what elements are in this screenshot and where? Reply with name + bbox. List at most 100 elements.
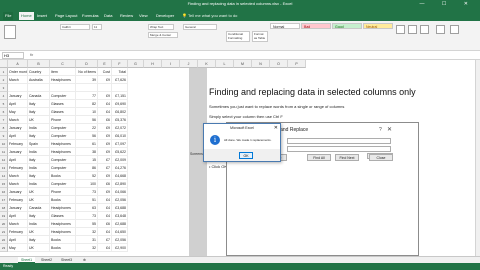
table-cell[interactable]: March: [8, 76, 28, 84]
table-cell[interactable]: Headphones: [50, 204, 76, 212]
row-header[interactable]: 7: [0, 116, 8, 124]
table-cell[interactable]: 73: [76, 212, 98, 220]
table-cell[interactable]: Computer: [50, 180, 76, 188]
table-cell[interactable]: £9: [98, 92, 112, 100]
table-header-cell[interactable]: Total: [112, 68, 128, 76]
table-cell[interactable]: Italy: [28, 212, 50, 220]
table-cell[interactable]: 55: [76, 220, 98, 228]
row-header[interactable]: 2: [0, 76, 8, 84]
row-header[interactable]: 23: [0, 244, 8, 252]
table-cell[interactable]: £4: [98, 108, 112, 116]
table-cell[interactable]: January: [8, 92, 28, 100]
table-cell[interactable]: £4,276: [112, 164, 128, 172]
row-header[interactable]: 22: [0, 236, 8, 244]
table-cell[interactable]: Italy: [28, 236, 50, 244]
row-header[interactable]: 20: [0, 220, 8, 228]
table-cell[interactable]: 10: [76, 108, 98, 116]
row-header[interactable]: 12: [0, 156, 8, 164]
table-cell[interactable]: Italy: [28, 108, 50, 116]
table-cell[interactable]: Italy: [28, 132, 50, 140]
table-cell[interactable]: UK: [28, 244, 50, 252]
format-cells-icon[interactable]: [420, 25, 429, 34]
table-cell[interactable]: Canada: [28, 204, 50, 212]
table-cell[interactable]: 38: [76, 148, 98, 156]
table-cell[interactable]: 82: [76, 100, 98, 108]
table-cell[interactable]: UK: [28, 116, 50, 124]
style-good[interactable]: Good: [332, 23, 362, 29]
close-icon[interactable]: ✕: [274, 124, 278, 132]
table-cell[interactable]: UK: [28, 188, 50, 196]
column-header[interactable]: F: [112, 60, 128, 68]
wrap-text-button[interactable]: Wrap Text: [148, 24, 174, 30]
table-cell[interactable]: £6: [98, 116, 112, 124]
table-cell[interactable]: March: [8, 172, 28, 180]
table-cell[interactable]: Headphones: [50, 220, 76, 228]
table-cell[interactable]: £7,151: [112, 92, 128, 100]
table-cell[interactable]: April: [8, 132, 28, 140]
row-header[interactable]: 6: [0, 108, 8, 116]
table-cell[interactable]: Books: [50, 196, 76, 204]
table-cell[interactable]: Spain: [28, 140, 50, 148]
table-header-cell[interactable]: Order month: [8, 68, 28, 76]
row-header[interactable]: 18: [0, 204, 8, 212]
table-cell[interactable]: February: [8, 164, 28, 172]
table-cell[interactable]: [50, 84, 76, 92]
tab-page-layout[interactable]: Page Layout: [53, 12, 79, 20]
table-cell[interactable]: April: [8, 100, 28, 108]
table-cell[interactable]: 73: [76, 188, 98, 196]
table-cell[interactable]: 56: [76, 132, 98, 140]
table-cell[interactable]: £9,690: [112, 100, 128, 108]
insert-cells-icon[interactable]: [396, 25, 405, 34]
table-cell[interactable]: Computer: [50, 164, 76, 172]
column-header[interactable]: N: [252, 60, 270, 68]
ok-button[interactable]: OK: [239, 152, 253, 159]
merge-center-button[interactable]: Merge & Center: [148, 32, 178, 38]
table-cell[interactable]: £4: [98, 204, 112, 212]
table-cell[interactable]: £4: [98, 100, 112, 108]
table-cell[interactable]: Glasses: [50, 212, 76, 220]
table-cell[interactable]: £9: [98, 124, 112, 132]
close-button[interactable]: Close: [369, 154, 393, 161]
tab-view[interactable]: View: [137, 12, 150, 20]
window-controls[interactable]: — ☐ ✕: [420, 1, 476, 7]
table-cell[interactable]: £2,900: [112, 244, 128, 252]
table-cell[interactable]: 31: [76, 236, 98, 244]
vertical-scrollbar[interactable]: [475, 60, 480, 256]
column-header[interactable]: G: [128, 60, 144, 68]
table-cell[interactable]: May: [8, 244, 28, 252]
row-header[interactable]: 16: [0, 188, 8, 196]
table-cell[interactable]: 63: [76, 204, 98, 212]
name-box[interactable]: H3: [2, 52, 24, 59]
table-cell[interactable]: February: [8, 140, 28, 148]
find-select-icon[interactable]: [450, 25, 459, 34]
table-cell[interactable]: India: [28, 148, 50, 156]
table-cell[interactable]: 32: [76, 244, 98, 252]
font-name-select[interactable]: Calibri: [60, 24, 90, 30]
row-header[interactable]: 1: [0, 68, 8, 76]
table-cell[interactable]: £5,376: [112, 116, 128, 124]
column-header[interactable]: J: [180, 60, 198, 68]
format-as-table-button[interactable]: Format as Table: [252, 31, 268, 42]
table-cell[interactable]: £2,056: [112, 196, 128, 204]
table-cell[interactable]: £2,890: [112, 180, 128, 188]
table-cell[interactable]: £4: [98, 228, 112, 236]
table-cell[interactable]: £4,650: [112, 228, 128, 236]
delete-cells-icon[interactable]: [408, 25, 417, 34]
table-cell[interactable]: Phone: [50, 188, 76, 196]
table-cell[interactable]: January: [8, 148, 28, 156]
column-header[interactable]: D: [76, 60, 98, 68]
table-cell[interactable]: May: [8, 108, 28, 116]
table-cell[interactable]: £7: [98, 164, 112, 172]
table-cell[interactable]: £2,009: [112, 156, 128, 164]
table-cell[interactable]: Italy: [28, 100, 50, 108]
table-cell[interactable]: Computer: [50, 92, 76, 100]
style-normal[interactable]: Normal: [270, 23, 300, 29]
column-header[interactable]: L: [216, 60, 234, 68]
row-header[interactable]: 4: [0, 92, 8, 100]
table-cell[interactable]: India: [28, 180, 50, 188]
table-cell[interactable]: India: [28, 164, 50, 172]
table-cell[interactable]: UK: [28, 228, 50, 236]
column-header[interactable]: A: [8, 60, 28, 68]
table-cell[interactable]: Italy: [28, 172, 50, 180]
help-icon[interactable]: ?: [379, 127, 382, 133]
